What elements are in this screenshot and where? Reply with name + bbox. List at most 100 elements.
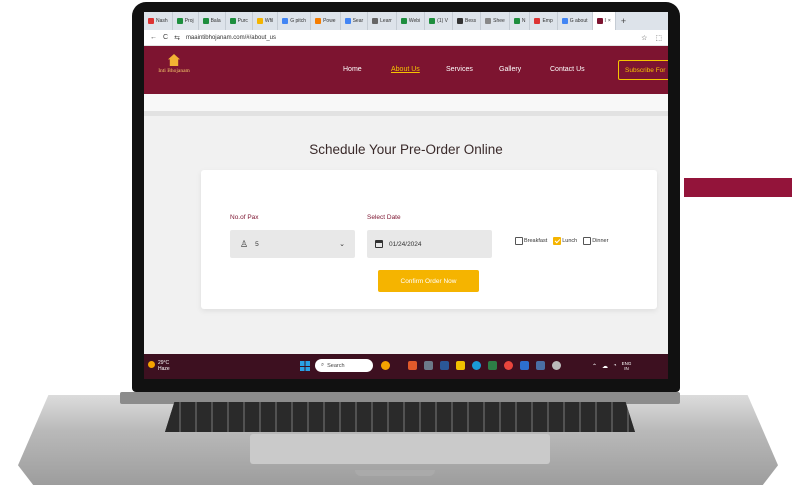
taskbar-search[interactable]: ⌕ Search (315, 359, 373, 372)
file-explorer-icon[interactable] (456, 361, 465, 370)
store-icon[interactable] (520, 361, 529, 370)
tab-label: (1) V (437, 18, 448, 24)
tab-label: Wfil (264, 18, 274, 24)
browser-tab[interactable]: Purc (226, 12, 253, 30)
date-input[interactable]: 01/24/2024 (367, 230, 492, 258)
browser-tab-bar: Nash Proj Bala Purc Wfil G pitch Powe Sear Learr… (144, 12, 668, 30)
browser-tab[interactable]: Learr (368, 12, 397, 30)
site-navbar: Inti Bhojanam Home About Us Services Gal… (144, 46, 668, 94)
tab-label: N (521, 18, 526, 24)
windows-start-icon[interactable] (300, 361, 310, 371)
meal-breakfast[interactable]: Breakfast (515, 237, 547, 245)
browser-tab[interactable]: G about (558, 12, 593, 30)
browser-tab[interactable]: Wfil (253, 12, 279, 30)
page-title: Schedule Your Pre-Order Online (309, 142, 503, 157)
tab-favicon-icon (282, 18, 289, 24)
extensions-icon[interactable]: ⬚ (655, 34, 662, 42)
browser-tab[interactable]: (1) V (425, 12, 453, 30)
sun-icon (148, 361, 155, 368)
chevron-down-icon: ⌄ (339, 241, 345, 248)
lunch-checkbox[interactable] (553, 237, 562, 245)
nav-home[interactable]: Home (343, 66, 362, 73)
browser-tab[interactable]: Emp (530, 12, 558, 30)
nav-about-us[interactable]: About Us (391, 66, 420, 73)
wifi-icon[interactable]: ◔ (613, 363, 617, 369)
teams-icon[interactable] (440, 361, 449, 370)
calendar-icon (375, 240, 383, 248)
language-indicator[interactable]: ENG IN (622, 361, 632, 371)
lang-bottom: IN (624, 366, 629, 371)
tab-favicon-icon (457, 18, 463, 24)
nav-gallery[interactable]: Gallery (499, 66, 521, 73)
browser-tab[interactable]: Shee (481, 12, 510, 30)
url-text[interactable]: maaintibhojanam.com/#/about_us (186, 35, 276, 41)
os-taskbar: 29°C Haze ⌕ Search ⌃ ☁ ◔ ENG IN (144, 354, 668, 379)
widgets-icon[interactable] (424, 361, 433, 370)
browser-tab[interactable]: Nash (144, 12, 173, 30)
cloud-icon[interactable]: ☁ (602, 363, 608, 370)
tab-label: Shee (493, 18, 505, 24)
dinner-checkbox[interactable] (583, 237, 592, 245)
tab-favicon-icon (561, 18, 568, 24)
tab-label: G pitch (290, 18, 307, 24)
date-label: Select Date (367, 214, 401, 221)
browser-tab[interactable]: Powe (311, 12, 341, 30)
site-logo[interactable]: Inti Bhojanam (156, 54, 192, 86)
browser-tab[interactable]: Bess (453, 12, 482, 30)
weather-widget[interactable]: 29°C Haze (148, 360, 170, 372)
copilot-icon[interactable] (381, 361, 390, 370)
meal-lunch[interactable]: Lunch (553, 237, 577, 245)
edge-icon[interactable] (472, 361, 481, 370)
date-value: 01/24/2024 (389, 240, 422, 248)
tab-label: I (604, 18, 606, 24)
tab-label: Emp (542, 18, 553, 24)
chevron-up-icon[interactable]: ⌃ (592, 363, 597, 370)
site-info-icon[interactable]: ⇆ (174, 34, 180, 42)
breakfast-checkbox[interactable] (515, 237, 523, 245)
tab-label: Sear (352, 18, 364, 24)
weather-desc: Haze (158, 366, 170, 372)
browser-tab[interactable]: Bala (199, 12, 226, 30)
tab-favicon-icon (485, 18, 492, 24)
tab-favicon-icon (176, 18, 183, 24)
main-content: Schedule Your Pre-Order Online No.of Pax… (144, 94, 668, 354)
tab-favicon-icon (202, 18, 209, 24)
house-icon (168, 54, 180, 66)
tab-favicon-icon (400, 18, 407, 24)
meal-dinner[interactable]: Dinner (583, 237, 608, 245)
browser-tab[interactable]: I × (592, 12, 616, 30)
app-icon-3[interactable] (536, 361, 545, 370)
tab-close-icon[interactable]: × (608, 18, 611, 24)
tab-favicon-icon (429, 18, 436, 24)
user-icon: ♙ (240, 238, 249, 249)
meal-options: Breakfast Lunch Dinner (515, 237, 608, 245)
app-icon[interactable] (408, 361, 417, 370)
taskbar-search-label: Search (327, 362, 345, 369)
subscribe-button[interactable]: Subscribe For (618, 60, 668, 80)
browser-tab[interactable]: Sear (341, 12, 369, 30)
laptop-trackpad (250, 434, 550, 464)
tab-favicon-icon (344, 18, 351, 24)
tab-favicon-icon (256, 18, 263, 24)
tab-label: Webi (408, 18, 421, 24)
reload-icon[interactable]: C (163, 34, 168, 41)
chrome-icon[interactable] (504, 361, 513, 370)
tab-label: Learr (380, 18, 392, 24)
tab-label: Nash (156, 18, 168, 24)
pax-select[interactable]: ♙ 5 ⌄ (230, 230, 355, 258)
browser-tab[interactable]: G pitch (278, 12, 312, 30)
new-tab-button[interactable]: + (616, 16, 631, 26)
address-bar: ← C ⇆ maaintibhojanam.com/#/about_us ☆ ⬚ (144, 30, 668, 46)
tab-favicon-icon (534, 18, 541, 24)
confirm-order-button[interactable]: Confirm Order Now (378, 270, 479, 292)
nav-services[interactable]: Services (446, 66, 473, 73)
back-icon[interactable]: ← (150, 34, 157, 41)
browser-tab[interactable]: Webi (397, 12, 426, 30)
app-icon-4[interactable] (552, 361, 561, 370)
nav-contact-us[interactable]: Contact Us (550, 66, 585, 73)
app-icon-2[interactable] (488, 361, 497, 370)
browser-tab[interactable]: N (510, 12, 531, 30)
bookmark-star-icon[interactable]: ☆ (641, 34, 647, 42)
browser-tab[interactable]: Proj (173, 12, 199, 30)
tab-favicon-icon (596, 18, 603, 24)
